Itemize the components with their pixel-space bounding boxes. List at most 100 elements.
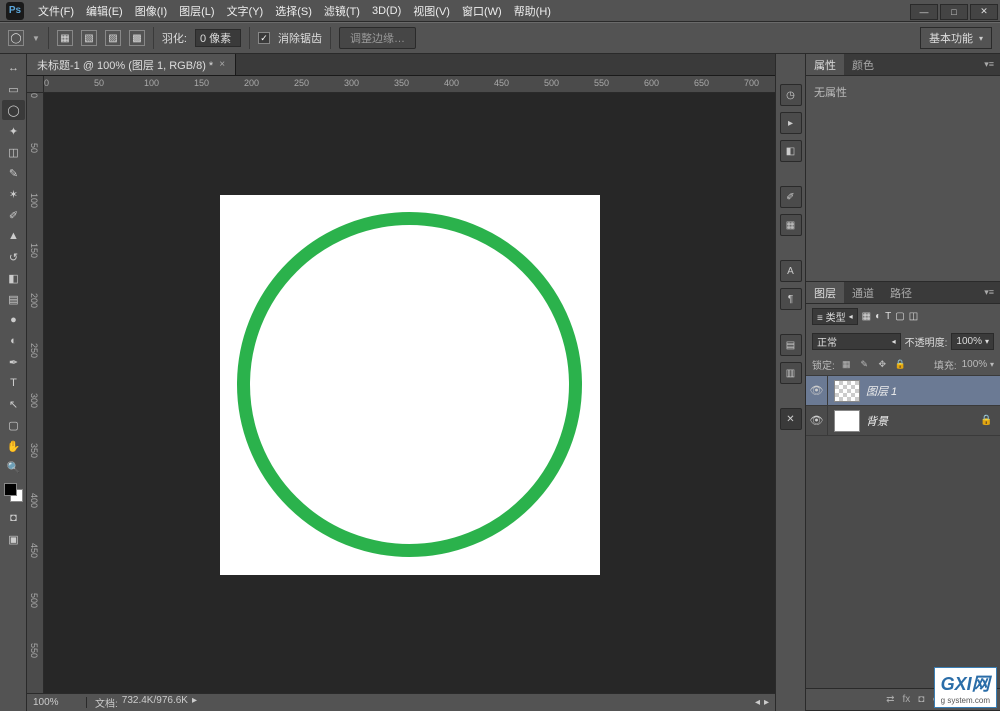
antialias-checkbox[interactable]: ✓ xyxy=(258,32,270,44)
menu-image[interactable]: 图像(I) xyxy=(129,0,173,22)
layer-kind-filter[interactable]: ≡ 类型 ◂ xyxy=(812,308,858,325)
character-panel-icon[interactable]: A xyxy=(780,260,802,282)
filter-type-icon[interactable]: T xyxy=(885,311,891,322)
brush-tool[interactable]: ✐ xyxy=(2,205,25,225)
navigator-panel-icon[interactable]: ▤ xyxy=(780,334,802,356)
ruler-vertical[interactable]: 050100150200250300350400450500550 xyxy=(27,93,44,693)
tools-panel-icon[interactable]: ✕ xyxy=(780,408,802,430)
feather-input[interactable] xyxy=(195,29,241,47)
heal-tool[interactable]: ✶ xyxy=(2,184,25,204)
menu-edit[interactable]: 编辑(E) xyxy=(80,0,129,22)
pen-tool[interactable]: ✒ xyxy=(2,352,25,372)
quickmask-toggle[interactable]: ◘ xyxy=(2,508,25,528)
zoom-tool[interactable]: 🔍 xyxy=(2,457,25,477)
layer-name[interactable]: 图层 1 xyxy=(866,383,1000,399)
selection-add-icon[interactable]: ▧ xyxy=(81,30,97,46)
info-panel-icon[interactable]: ▥ xyxy=(780,362,802,384)
filter-pixel-icon[interactable]: ▦ xyxy=(862,311,871,322)
tab-paths[interactable]: 路径 xyxy=(882,282,920,303)
lasso-tool[interactable]: ◯ xyxy=(2,100,25,120)
stamp-tool[interactable]: ▲ xyxy=(2,226,25,246)
layer-row[interactable]: 👁 图层 1 xyxy=(806,376,1000,406)
filter-smart-icon[interactable]: ◫ xyxy=(909,311,918,322)
ruler-horizontal[interactable]: 0501001502002503003504004505005506006507… xyxy=(44,76,775,93)
tab-properties[interactable]: 属性 xyxy=(806,54,844,75)
filter-shape-icon[interactable]: ▢ xyxy=(895,311,904,322)
move-tool[interactable]: ↔ xyxy=(2,58,25,78)
lock-position-icon[interactable]: ✥ xyxy=(876,358,889,371)
brush-panel-icon[interactable]: ✐ xyxy=(780,186,802,208)
lock-all-icon[interactable]: 🔒 xyxy=(894,358,907,371)
actions-panel-icon[interactable]: ▸ xyxy=(780,112,802,134)
layer-style-icon[interactable]: fx xyxy=(903,694,911,705)
path-select-tool[interactable]: ↖ xyxy=(2,394,25,414)
opacity-input[interactable]: 100% ▾ xyxy=(951,333,994,350)
blur-tool[interactable]: ● xyxy=(2,310,25,330)
marquee-tool[interactable]: ▭ xyxy=(2,79,25,99)
lock-pixels-icon[interactable]: ✎ xyxy=(858,358,871,371)
document-info[interactable]: 文档:732.4K/976.6K▸ xyxy=(87,695,205,710)
screenmode-toggle[interactable]: ▣ xyxy=(2,529,25,549)
minimize-button[interactable]: — xyxy=(910,4,938,20)
workspace-switcher[interactable]: 基本功能▾ xyxy=(920,27,992,49)
close-button[interactable]: ✕ xyxy=(970,4,998,20)
chevron-down-icon[interactable]: ▼ xyxy=(32,34,40,43)
menu-file[interactable]: 文件(F) xyxy=(32,0,80,22)
menu-filter[interactable]: 滤镜(T) xyxy=(318,0,366,22)
type-tool[interactable]: T xyxy=(2,373,25,393)
fill-input[interactable]: 100% ▾ xyxy=(962,359,994,370)
eyedropper-tool[interactable]: ✎ xyxy=(2,163,25,183)
selection-subtract-icon[interactable]: ▨ xyxy=(105,30,121,46)
refine-edge-button[interactable]: 调整边缘… xyxy=(339,27,416,49)
color-panel-icon[interactable]: ◧ xyxy=(780,140,802,162)
menu-view[interactable]: 视图(V) xyxy=(407,0,456,22)
shape-tool[interactable]: ▢ xyxy=(2,415,25,435)
swatches-panel-icon[interactable]: ▦ xyxy=(780,214,802,236)
wand-tool[interactable]: ✦ xyxy=(2,121,25,141)
panel-menu-icon[interactable]: ▾≡ xyxy=(978,287,1000,298)
layer-row[interactable]: 👁 背景 🔒 xyxy=(806,406,1000,436)
menu-select[interactable]: 选择(S) xyxy=(269,0,318,22)
layer-name[interactable]: 背景 xyxy=(866,413,980,429)
menu-type[interactable]: 文字(Y) xyxy=(221,0,270,22)
menu-help[interactable]: 帮助(H) xyxy=(508,0,557,22)
tab-layers[interactable]: 图层 xyxy=(806,282,844,303)
maximize-button[interactable]: □ xyxy=(940,4,968,20)
document-tab[interactable]: 未标题-1 @ 100% (图层 1, RGB/8) * × xyxy=(27,54,236,75)
history-panel-icon[interactable]: ◷ xyxy=(780,84,802,106)
visibility-toggle[interactable]: 👁 xyxy=(806,406,828,435)
menu-layer[interactable]: 图层(L) xyxy=(173,0,220,22)
blend-mode-select[interactable]: 正常 ◂ xyxy=(812,333,901,350)
foreground-swatch[interactable] xyxy=(4,483,17,496)
canvas-stage[interactable] xyxy=(44,93,775,676)
menu-3d[interactable]: 3D(D) xyxy=(366,2,407,20)
crop-tool[interactable]: ◫ xyxy=(2,142,25,162)
selection-intersect-icon[interactable]: ▩ xyxy=(129,30,145,46)
zoom-level[interactable]: 100% xyxy=(27,697,87,708)
history-brush-tool[interactable]: ↺ xyxy=(2,247,25,267)
color-swatches[interactable] xyxy=(4,483,23,502)
panel-menu-icon[interactable]: ▾≡ xyxy=(978,59,1000,70)
scroll-right-icon[interactable]: ▸ xyxy=(764,697,769,708)
filter-adjust-icon[interactable]: ◐ xyxy=(875,311,881,322)
paragraph-panel-icon[interactable]: ¶ xyxy=(780,288,802,310)
menu-window[interactable]: 窗口(W) xyxy=(456,0,508,22)
selection-new-icon[interactable]: ▦ xyxy=(57,30,73,46)
hand-tool[interactable]: ✋ xyxy=(2,436,25,456)
eraser-tool[interactable]: ◧ xyxy=(2,268,25,288)
close-tab-icon[interactable]: × xyxy=(219,59,225,70)
ruler-corner xyxy=(27,76,44,93)
scroll-left-icon[interactable]: ◂ xyxy=(755,697,760,708)
layer-thumbnail[interactable] xyxy=(834,410,860,432)
visibility-toggle[interactable]: 👁 xyxy=(806,376,828,405)
layer-mask-icon[interactable]: ◘ xyxy=(918,694,924,705)
tool-preset-icon[interactable]: ◯ xyxy=(8,30,24,46)
tab-channels[interactable]: 通道 xyxy=(844,282,882,303)
properties-panel: 属性 颜色 ▾≡ 无属性 xyxy=(806,54,1000,282)
tab-color[interactable]: 颜色 xyxy=(844,54,882,75)
link-layers-icon[interactable]: ⇄ xyxy=(886,694,894,705)
dodge-tool[interactable]: ◐ xyxy=(2,331,25,351)
lock-transparency-icon[interactable]: ▦ xyxy=(840,358,853,371)
gradient-tool[interactable]: ▤ xyxy=(2,289,25,309)
layer-thumbnail[interactable] xyxy=(834,380,860,402)
